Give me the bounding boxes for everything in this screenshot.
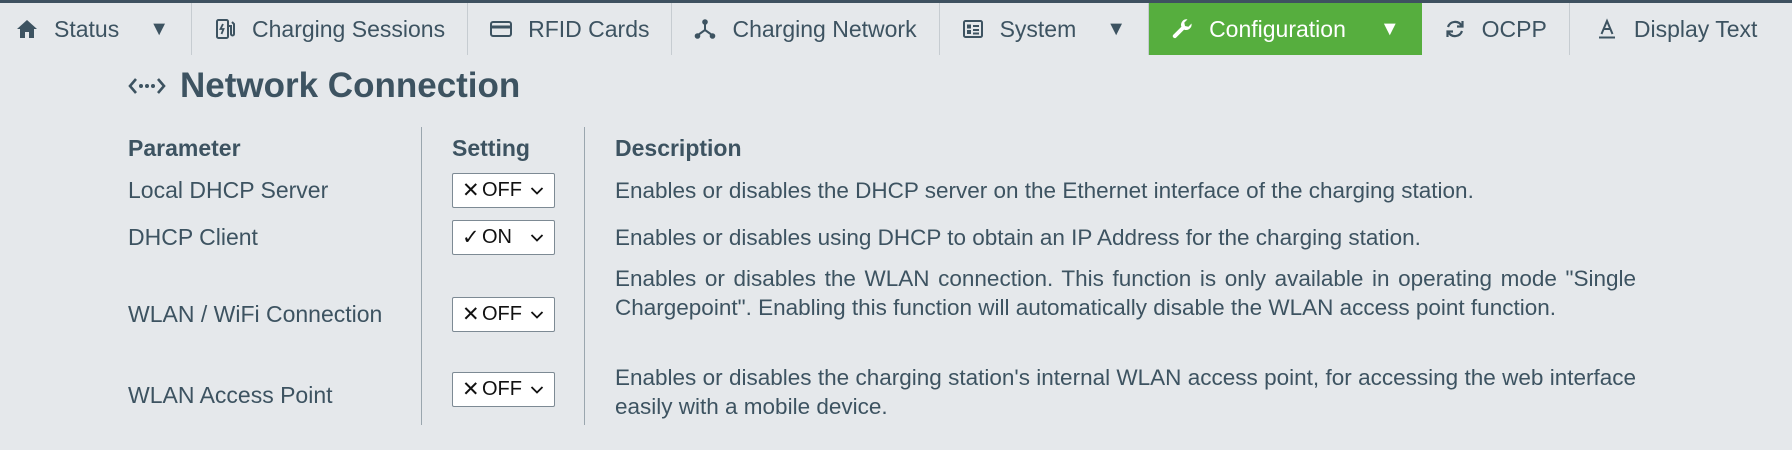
nav-rfid-cards-label: RFID Cards xyxy=(528,15,650,42)
parameter-label: WLAN Access Point xyxy=(128,382,333,408)
network-connection-icon xyxy=(128,74,166,98)
parameter-label: DHCP Client xyxy=(128,224,258,250)
column-divider xyxy=(421,127,422,425)
chevron-down-icon xyxy=(526,181,548,201)
chevron-down-icon xyxy=(526,305,548,325)
page-header: Network Connection xyxy=(128,64,520,108)
main-nav: Status ▼ Charging Sessions RFID Cards Ch… xyxy=(0,3,1792,55)
column-divider xyxy=(584,127,585,425)
chevron-down-icon xyxy=(526,380,548,400)
nav-charging-sessions[interactable]: Charging Sessions xyxy=(192,3,469,55)
nav-system-label: System xyxy=(999,15,1077,42)
caret-down-icon: ▼ xyxy=(149,17,170,40)
x-icon: ✕ xyxy=(462,179,480,202)
nav-display-text-label: Display Text xyxy=(1633,15,1758,42)
text-icon xyxy=(1594,16,1620,42)
description-text: Enables or disables the DHCP server on t… xyxy=(615,178,1474,203)
description-text: Enables or disables the charging station… xyxy=(615,365,1636,419)
setting-select-wlan-access-point[interactable]: ✕ OFF xyxy=(452,372,555,407)
header-parameter: Parameter xyxy=(128,135,241,161)
home-icon xyxy=(14,16,40,42)
caret-down-icon: ▼ xyxy=(1379,17,1400,40)
header-setting: Setting xyxy=(452,135,530,161)
nav-configuration-label: Configuration xyxy=(1209,15,1346,42)
x-icon: ✕ xyxy=(462,303,480,326)
nav-configuration[interactable]: Configuration ▼ xyxy=(1149,3,1422,55)
nav-charging-sessions-label: Charging Sessions xyxy=(252,15,446,42)
nav-ocpp[interactable]: OCPP xyxy=(1422,3,1570,55)
description-text: Enables or disables the WLAN connection.… xyxy=(615,266,1636,320)
check-icon: ✓ xyxy=(462,226,480,249)
setting-value: ON xyxy=(482,226,512,248)
setting-value: OFF xyxy=(482,303,522,325)
nav-charging-network[interactable]: Charging Network xyxy=(672,3,940,55)
page-title: Network Connection xyxy=(180,66,521,105)
parameter-label: WLAN / WiFi Connection xyxy=(128,301,383,327)
x-icon: ✕ xyxy=(462,378,480,401)
setting-value: OFF xyxy=(482,179,522,201)
description-text: Enables or disables using DHCP to obtain… xyxy=(615,225,1421,250)
setting-select-wlan-wifi-connection[interactable]: ✕ OFF xyxy=(452,297,555,332)
nav-status-label: Status xyxy=(54,15,120,42)
nav-display-text[interactable]: Display Text xyxy=(1570,3,1780,55)
caret-down-icon: ▼ xyxy=(1106,17,1127,40)
wrench-icon xyxy=(1169,16,1195,42)
nav-rfid-cards[interactable]: RFID Cards xyxy=(468,3,673,55)
nav-ocpp-label: OCPP xyxy=(1481,15,1547,42)
sync-icon xyxy=(1442,16,1468,42)
setting-select-local-dhcp-server[interactable]: ✕ OFF xyxy=(452,173,555,208)
nav-system[interactable]: System ▼ xyxy=(940,3,1150,55)
card-icon xyxy=(488,16,514,42)
nav-charging-network-label: Charging Network xyxy=(732,15,917,42)
chevron-down-icon xyxy=(526,228,548,248)
parameter-label: Local DHCP Server xyxy=(128,177,329,203)
nav-status[interactable]: Status ▼ xyxy=(0,3,193,55)
charger-icon xyxy=(212,16,238,42)
setting-value: OFF xyxy=(482,378,522,400)
setting-select-dhcp-client[interactable]: ✓ ON xyxy=(452,220,555,255)
header-description: Description xyxy=(615,135,742,161)
network-icon xyxy=(692,16,718,42)
system-icon xyxy=(960,16,986,42)
